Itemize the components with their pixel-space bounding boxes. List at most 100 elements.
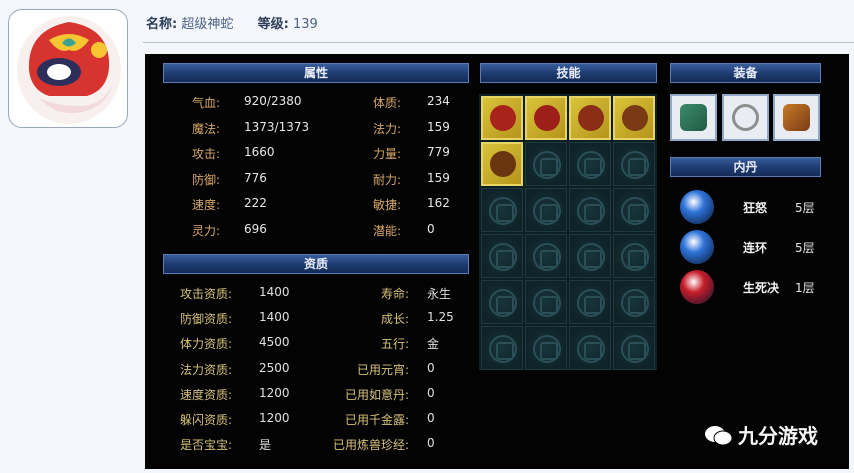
empty-skill-slot bbox=[525, 326, 567, 370]
aptitude-value: 0 bbox=[427, 436, 435, 451]
seal-icon bbox=[533, 289, 561, 317]
skill-slot[interactable] bbox=[481, 96, 523, 140]
attribute-value: 1373/1373 bbox=[244, 119, 310, 134]
attribute-value: 779 bbox=[427, 145, 450, 159]
neidan-item[interactable]: 生死决 1层 bbox=[680, 270, 830, 306]
neidan-item[interactable]: 连环 5层 bbox=[680, 230, 830, 266]
aptitude-value: 0 bbox=[427, 385, 435, 400]
empty-skill-slot bbox=[613, 188, 655, 232]
aptitude-label: 躲闪资质: bbox=[180, 413, 233, 427]
neidan-level: 5层 bbox=[795, 241, 815, 255]
seal-icon bbox=[577, 335, 605, 363]
attribute-label: 法力: bbox=[373, 121, 402, 136]
attribute-value: 920/2380 bbox=[244, 94, 302, 108]
seal-icon bbox=[577, 151, 605, 179]
seal-icon bbox=[533, 335, 561, 363]
empty-skill-slot bbox=[569, 188, 611, 232]
attribute-value: 234 bbox=[427, 94, 450, 108]
attribute-value: 222 bbox=[244, 196, 267, 210]
neidan-orb-icon bbox=[680, 230, 714, 264]
skill-grid bbox=[479, 94, 657, 370]
skill-slot[interactable] bbox=[525, 96, 567, 140]
seal-icon bbox=[489, 197, 517, 225]
attribute-value: 776 bbox=[244, 170, 267, 185]
aptitude-label: 五行: bbox=[380, 337, 409, 352]
armor-icon bbox=[680, 104, 707, 131]
attribute-value: 159 bbox=[427, 119, 450, 134]
figure-icon bbox=[622, 105, 648, 131]
attribute-value: 159 bbox=[427, 170, 450, 185]
aptitude-value: 0 bbox=[427, 411, 435, 425]
attribute-label: 耐力: bbox=[373, 172, 402, 187]
aptitude-label: 已用炼兽珍经: bbox=[332, 438, 409, 453]
aptitude-value: 1.25 bbox=[427, 310, 454, 325]
aptitude-value: 4500 bbox=[259, 335, 290, 350]
attribute-label: 攻击: bbox=[192, 147, 221, 161]
name-value: 超级神蛇 bbox=[181, 17, 234, 32]
aptitude-label: 速度资质: bbox=[180, 387, 233, 402]
attribute-label: 体质: bbox=[373, 96, 402, 110]
attribute-label: 潜能: bbox=[373, 223, 402, 238]
empty-skill-slot bbox=[481, 326, 523, 370]
watermark-text: 九分游戏 bbox=[738, 424, 818, 448]
neidan-orb-icon bbox=[680, 190, 714, 224]
attribute-label: 敏捷: bbox=[373, 198, 402, 212]
eye-icon bbox=[534, 105, 560, 131]
aptitude-label: 已用元宵: bbox=[356, 362, 409, 377]
neidan-level: 1层 bbox=[795, 281, 815, 295]
seal-icon bbox=[489, 289, 517, 317]
wechat-icon bbox=[705, 426, 733, 446]
seal-icon bbox=[533, 197, 561, 225]
seal-icon bbox=[533, 151, 561, 179]
section-skills: 技能 bbox=[480, 63, 657, 83]
attribute-label: 力量: bbox=[373, 147, 402, 161]
empty-skill-slot bbox=[569, 280, 611, 324]
mask-icon bbox=[490, 105, 516, 131]
equipment-slot-1[interactable] bbox=[670, 94, 717, 141]
level-label: 等级: bbox=[257, 17, 289, 32]
empty-skill-slot bbox=[525, 142, 567, 186]
section-attributes: 属性 bbox=[163, 63, 469, 83]
empty-skill-slot bbox=[525, 234, 567, 278]
empty-skill-slot bbox=[613, 234, 655, 278]
empty-skill-slot bbox=[481, 280, 523, 324]
section-aptitude: 资质 bbox=[163, 254, 469, 274]
equipment-slot-2[interactable] bbox=[722, 94, 769, 141]
aptitude-label: 法力资质: bbox=[180, 362, 233, 377]
empty-skill-slot bbox=[613, 326, 655, 370]
seal-icon bbox=[621, 197, 649, 225]
seal-icon bbox=[489, 335, 517, 363]
attribute-value: 696 bbox=[244, 221, 267, 236]
aptitude-label: 是否宝宝: bbox=[180, 438, 233, 453]
seal-icon bbox=[577, 243, 605, 271]
aptitude-label: 已用如意丹: bbox=[344, 387, 409, 402]
empty-skill-slot bbox=[481, 188, 523, 232]
attribute-value: 0 bbox=[427, 221, 435, 236]
aptitude-label: 寿命: bbox=[380, 287, 409, 301]
seal-icon bbox=[489, 243, 517, 271]
empty-skill-slot bbox=[525, 188, 567, 232]
equipment-slot-3[interactable] bbox=[773, 94, 820, 141]
seal-icon bbox=[621, 289, 649, 317]
vest-icon bbox=[783, 104, 810, 131]
seal-icon bbox=[621, 151, 649, 179]
attribute-value: 162 bbox=[427, 196, 450, 210]
aptitude-value: 1400 bbox=[259, 310, 290, 325]
necklace-icon bbox=[732, 104, 759, 131]
skill-slot[interactable] bbox=[613, 96, 655, 140]
aptitude-value: 1400 bbox=[259, 285, 290, 299]
seal-icon bbox=[577, 197, 605, 225]
empty-skill-slot bbox=[569, 142, 611, 186]
skill-slot[interactable] bbox=[569, 96, 611, 140]
skill-slot[interactable] bbox=[481, 142, 523, 186]
aptitude-label: 成长: bbox=[380, 312, 409, 327]
bow-icon bbox=[490, 151, 516, 177]
aptitude-value: 金 bbox=[427, 337, 440, 352]
attribute-label: 魔法: bbox=[192, 121, 221, 136]
aptitude-label: 防御资质: bbox=[180, 312, 233, 327]
aptitude-value: 2500 bbox=[259, 360, 290, 375]
seal-icon bbox=[533, 243, 561, 271]
neidan-orb-icon bbox=[680, 270, 714, 304]
neidan-item[interactable]: 狂怒 5层 bbox=[680, 190, 830, 226]
aptitude-value: 1200 bbox=[259, 411, 290, 425]
